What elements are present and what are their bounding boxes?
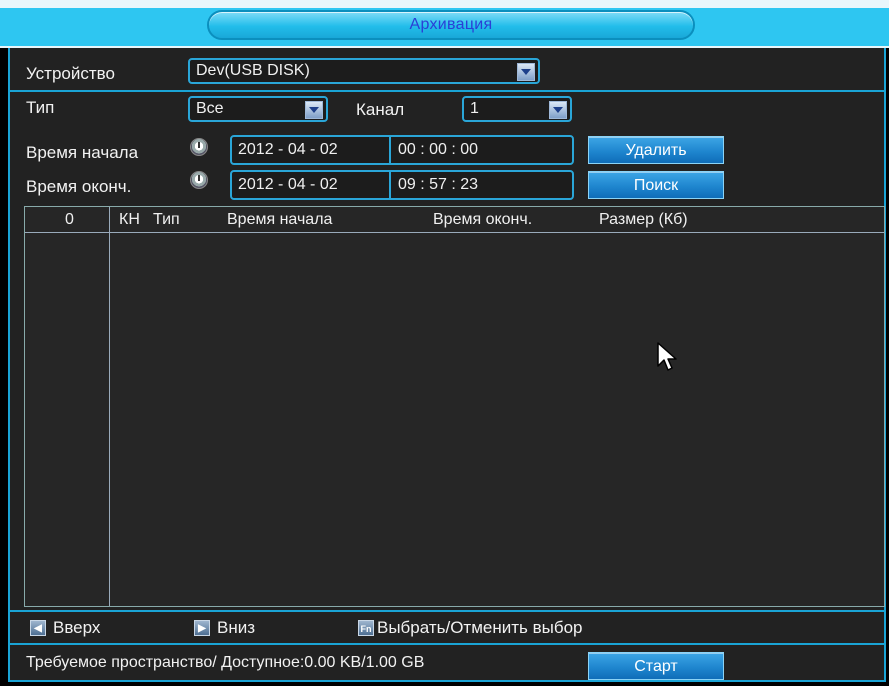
type-select[interactable]: Все [188,96,328,122]
col-header-size: Размер (Кб) [599,211,688,228]
down-key-icon[interactable]: ▶ [194,620,210,636]
page-up-label[interactable]: Вверх [53,618,100,638]
end-date[interactable]: 2012 - 04 - 02 [238,176,338,193]
window-title: Архивация [409,16,493,33]
divider [8,643,886,645]
divider [8,90,886,92]
end-time-label: Время оконч. [26,177,132,196]
end-datetime-field[interactable]: 2012 - 04 - 02 09 : 57 : 23 [230,170,574,200]
select-toggle-label[interactable]: Выбрать/Отменить выбор [377,618,583,638]
header-divider [25,232,884,233]
start-button[interactable]: Старт [588,652,724,680]
mouse-cursor-icon [657,342,677,371]
type-label: Тип [26,98,55,117]
start-time-label: Время начала [26,143,139,162]
up-key-icon[interactable]: ◀ [30,620,46,636]
col-header-select-count[interactable]: 0 [65,211,74,229]
device-value: Dev(USB DISK) [196,62,310,79]
delete-button[interactable]: Удалить [588,136,724,164]
field-separator [389,137,391,163]
col-header-start-time: Время начала [227,211,333,228]
start-time[interactable]: 00 : 00 : 00 [398,137,478,163]
device-select[interactable]: Dev(USB DISK) [188,58,540,84]
dropdown-arrow-icon[interactable] [305,101,323,119]
page-down-label[interactable]: Вниз [217,618,255,638]
divider [8,610,886,612]
clock-icon[interactable] [190,138,208,156]
end-time[interactable]: 09 : 57 : 23 [398,172,478,198]
search-button[interactable]: Поиск [588,171,724,199]
dropdown-arrow-icon[interactable] [549,101,567,119]
space-info: Требуемое пространство/ Доступное:0.00 K… [26,654,425,671]
fn-key-icon[interactable]: Fn [358,620,374,636]
column-divider [109,207,110,606]
clock-icon[interactable] [190,171,208,189]
col-header-channel: КН [119,211,140,228]
file-list-table[interactable]: 0 КН Тип Время начала Время оконч. Разме… [24,206,885,607]
start-date[interactable]: 2012 - 04 - 02 [238,141,338,158]
field-separator [389,172,391,198]
type-value: Все [196,100,224,117]
channel-value: 1 [470,100,479,117]
window-title-pill: Архивация [207,10,695,40]
channel-select[interactable]: 1 [462,96,572,122]
channel-label: Канал [356,100,405,119]
col-header-end-time: Время оконч. [433,211,533,228]
col-header-type: Тип [153,211,180,228]
start-datetime-field[interactable]: 2012 - 04 - 02 00 : 00 : 00 [230,135,574,165]
dropdown-arrow-icon[interactable] [517,63,535,81]
device-label: Устройство [26,64,115,83]
